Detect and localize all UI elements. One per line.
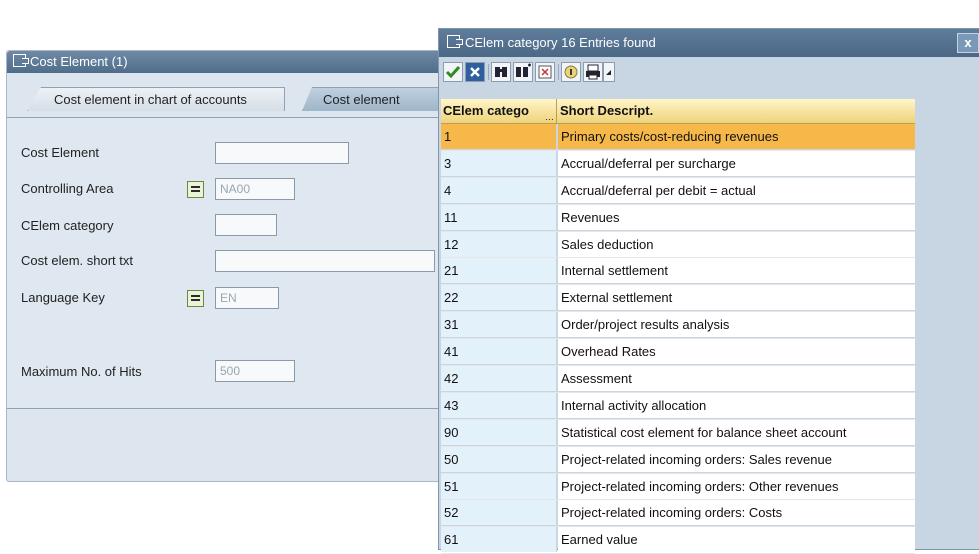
binoculars-plus-icon [516, 63, 531, 77]
description-cell[interactable]: Accrual/deferral per surcharge [558, 150, 915, 176]
table-row[interactable]: 43 Internal activity allocation [441, 392, 915, 420]
cost-elem-short-txt-input[interactable] [215, 250, 435, 272]
cost-element-label: Cost Element [21, 145, 100, 160]
language-key-label: Language Key [21, 290, 105, 305]
table-row[interactable]: 51 Project-related incoming orders: Other… [441, 473, 915, 501]
sort-icon [538, 65, 552, 79]
printer-icon [586, 64, 600, 80]
description-cell[interactable]: Revenues [558, 204, 915, 230]
table-row[interactable]: 21 Internal settlement [441, 258, 915, 286]
category-code-cell[interactable]: 61 [441, 527, 557, 553]
window-icon [447, 35, 463, 48]
description-cell[interactable]: Order/project results analysis [558, 312, 915, 338]
table-row[interactable]: 3 Accrual/deferral per surcharge [441, 150, 915, 178]
cancel-button[interactable] [465, 62, 485, 82]
results-grid: CElem catego Short Descript. 1Primary co… [441, 99, 915, 554]
table-row[interactable]: 31 Order/project results analysis [441, 312, 915, 340]
description-cell[interactable]: Primary costs/cost-reducing revenues [558, 124, 915, 149]
max-hits-label: Maximum No. of Hits [21, 364, 142, 379]
popup-title: CElem category 16 Entries found [465, 35, 656, 50]
table-row[interactable]: 41 Overhead Rates [441, 339, 915, 367]
category-code-cell[interactable]: 1 [441, 124, 557, 149]
description-cell[interactable]: Project-related incoming orders: Costs [558, 500, 915, 526]
table-row[interactable]: 42 Assessment [441, 366, 915, 393]
category-code-cell[interactable]: 22 [441, 285, 557, 311]
category-code-cell[interactable]: 21 [441, 258, 557, 284]
sort-button[interactable] [535, 62, 555, 82]
cost-element-input[interactable] [215, 142, 349, 164]
find-next-button[interactable] [513, 62, 533, 82]
description-cell[interactable]: Statistical cost element for balance she… [558, 419, 915, 445]
information-button[interactable] [561, 62, 581, 82]
category-code-cell[interactable]: 3 [441, 150, 557, 176]
description-cell[interactable]: Assessment [558, 366, 915, 392]
tab-cost-element-in-chart-of-accounts[interactable]: Cost element in chart of accounts [27, 87, 285, 111]
category-code-cell[interactable]: 50 [441, 446, 557, 472]
description-cell[interactable]: Sales deduction [558, 231, 915, 257]
description-cell[interactable]: Earned value [558, 527, 915, 553]
description-cell[interactable]: Accrual/deferral per debit = actual [558, 177, 915, 203]
description-cell[interactable]: Project-related incoming orders: Other r… [558, 473, 915, 499]
close-button[interactable]: x [957, 33, 979, 53]
window-icon [13, 54, 29, 67]
table-row[interactable]: 12 Sales deduction [441, 231, 915, 259]
celem-category-label: CElem category [21, 218, 114, 233]
table-row[interactable]: 4 Accrual/deferral per debit = actual [441, 177, 915, 205]
cost-element-title: Cost Element (1) [30, 54, 128, 69]
toolbar-separator [558, 64, 559, 80]
table-row[interactable]: 90 Statistical cost element for balance s… [441, 419, 915, 447]
multiple-selection-icon[interactable] [187, 290, 204, 307]
table-row[interactable]: 61 Earned value [441, 527, 915, 554]
table-row[interactable]: 50 Project-related incoming orders: Sales… [441, 446, 915, 474]
description-cell[interactable]: Project-related incoming orders: Sales r… [558, 446, 915, 472]
popup-titlebar: CElem category 16 Entries found [439, 29, 979, 57]
confirm-button[interactable] [443, 62, 463, 82]
info-icon [564, 65, 578, 79]
controlling-area-label: Controlling Area [21, 181, 114, 196]
celem-category-input[interactable] [215, 214, 277, 236]
find-button[interactable] [491, 62, 511, 82]
description-cell[interactable]: External settlement [558, 285, 915, 311]
tab-cost-element[interactable]: Cost element [302, 87, 442, 111]
table-row[interactable]: 11 Revenues [441, 204, 915, 232]
category-code-cell[interactable]: 42 [441, 366, 557, 392]
description-cell[interactable]: Overhead Rates [558, 339, 915, 365]
description-cell[interactable]: Internal settlement [558, 258, 915, 284]
grid-rows: 1 Primary costs/cost-reducing revenues 3 Ac… [441, 124, 915, 554]
category-code-cell[interactable]: 52 [441, 500, 557, 526]
column-header-category[interactable]: CElem catego [441, 99, 557, 129]
max-hits-input[interactable]: 500 [215, 360, 295, 382]
description-cell[interactable]: Internal activity allocation [558, 392, 915, 418]
multiple-selection-icon[interactable] [187, 181, 204, 198]
table-row[interactable]: 52 Project-related incoming orders: Costs [441, 500, 915, 528]
binoculars-icon [495, 67, 507, 77]
category-code-cell[interactable]: 51 [441, 473, 557, 499]
category-code-cell[interactable]: 11 [441, 204, 557, 230]
language-key-input[interactable]: EN [215, 287, 279, 309]
category-code-cell[interactable]: 90 [441, 419, 557, 445]
cost-elem-short-txt-label: Cost elem. short txt [21, 253, 133, 268]
category-code-cell[interactable]: 31 [441, 312, 557, 338]
grid-header: CElem catego Short Descript. [441, 99, 915, 129]
value-help-popup: CElem category 16 Entries found x CElem … [438, 28, 979, 554]
print-button[interactable] [583, 62, 603, 82]
dropdown-arrow-icon [606, 70, 611, 75]
cancel-icon [470, 67, 480, 77]
category-code-cell[interactable]: 41 [441, 339, 557, 365]
toolbar-separator [488, 64, 489, 80]
controlling-area-input[interactable]: NA00 [215, 178, 295, 200]
checkmark-icon [445, 66, 461, 79]
category-code-cell[interactable]: 4 [441, 177, 557, 203]
category-code-cell[interactable]: 43 [441, 392, 557, 418]
table-row[interactable]: 1 Primary costs/cost-reducing revenues [441, 124, 915, 151]
print-menu-button[interactable] [603, 62, 615, 82]
table-row[interactable]: 22 External settlement [441, 285, 915, 313]
column-header-description[interactable]: Short Descript. [558, 99, 915, 123]
category-code-cell[interactable]: 12 [441, 231, 557, 257]
